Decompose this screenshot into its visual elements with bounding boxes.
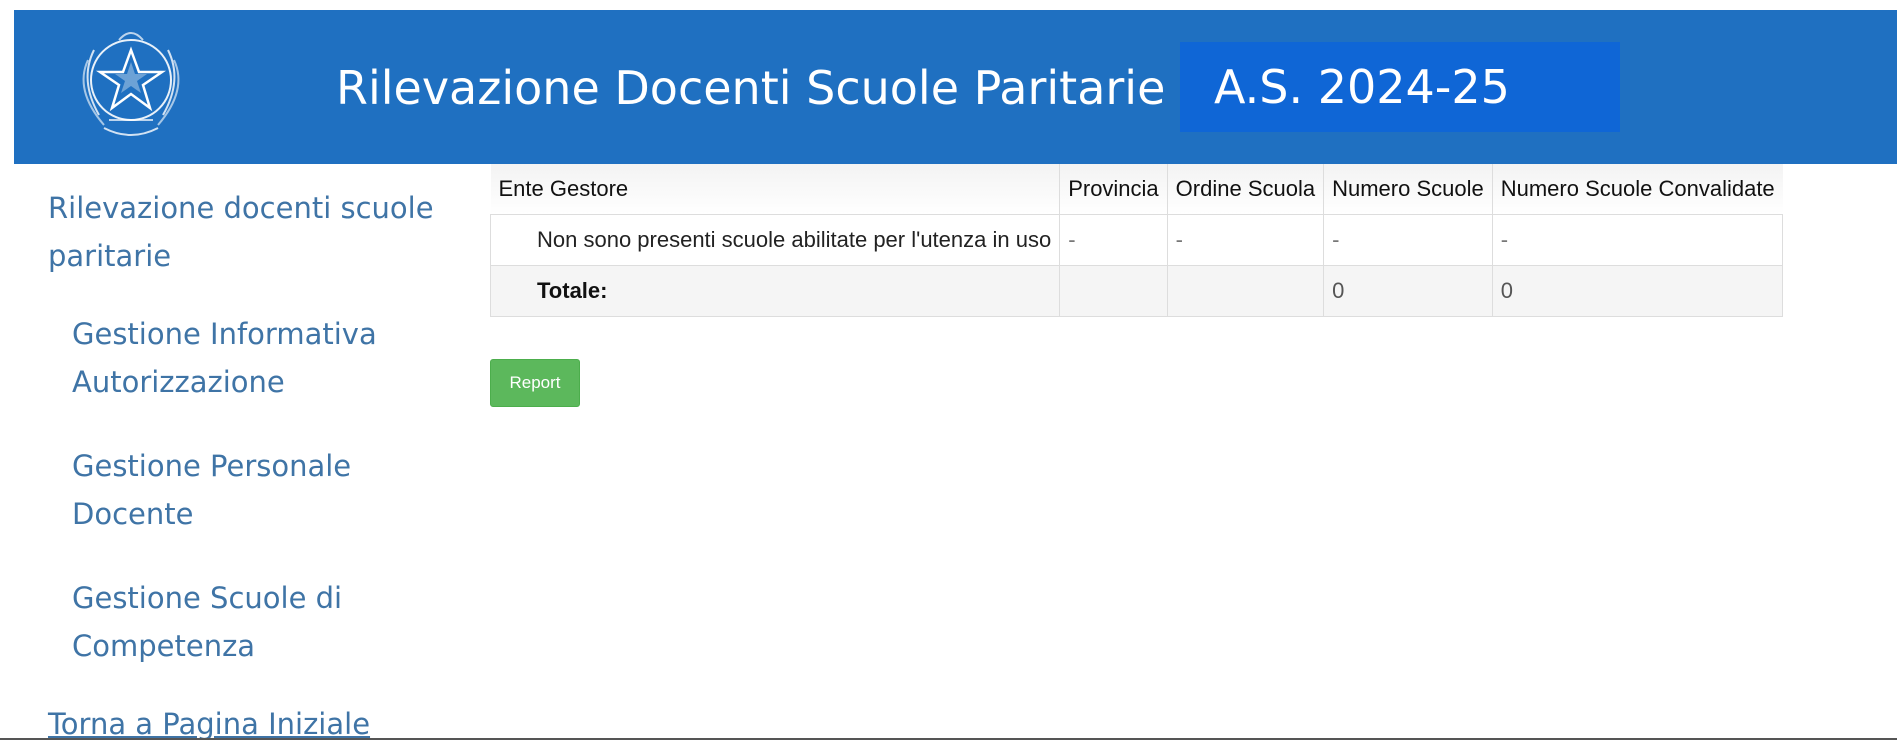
total-numero-scuole-convalidate: 0 [1491,265,1784,317]
total-provincia [1059,265,1168,317]
page-title: Rilevazione Docenti Scuole Paritarie - [336,61,1197,115]
table-header-row: Ente Gestore Provincia Ordine Scuola Num… [490,164,1783,215]
column-header-ente-gestore: Ente Gestore [490,164,1061,215]
total-numero-scuole: 0 [1323,265,1493,317]
table-row: Non sono presenti scuole abilitate per l… [489,214,1784,266]
table-total-row: Totale: 0 0 [489,265,1784,317]
total-ordine-scuola [1166,265,1325,317]
cell-numero-scuole-convalidate: - [1491,214,1784,266]
cell-ordine-scuola: - [1166,214,1325,266]
cell-provincia: - [1059,214,1168,266]
sidebar-link-rilevazione-docenti[interactable]: Rilevazione docenti scuole paritarie [48,184,448,280]
sidebar-item-gestione-personale-docente[interactable]: Gestione Personale Docente [72,442,412,538]
sidebar-item-gestione-scuole-competenza[interactable]: Gestione Scuole di Competenza [72,574,412,670]
italian-republic-emblem-icon [82,32,180,136]
page: Rilevazione Docenti Scuole Paritarie - A… [0,0,1897,741]
column-header-numero-scuole: Numero Scuole [1323,164,1493,215]
school-year-badge: A.S. 2024-25 [1180,42,1620,132]
sidebar-item-gestione-informativa-autorizzazione[interactable]: Gestione Informativa Autorizzazione [72,310,412,406]
column-header-numero-scuole-convalidate: Numero Scuole Convalidate [1492,164,1783,215]
header-banner: Rilevazione Docenti Scuole Paritarie - A… [14,10,1897,164]
cell-numero-scuole: - [1323,214,1493,266]
cell-ente-gestore: Non sono presenti scuole abilitate per l… [489,214,1061,266]
sidebar-link-torna-pagina-iniziale[interactable]: Torna a Pagina Iniziale [48,700,448,741]
bottom-divider [0,738,1897,740]
column-header-ordine-scuola: Ordine Scuola [1167,164,1325,215]
main-content: Ente Gestore Provincia Ordine Scuola Num… [489,164,1897,407]
schools-table: Ente Gestore Provincia Ordine Scuola Num… [489,164,1784,317]
column-header-provincia: Provincia [1059,164,1168,215]
total-label: Totale: [489,265,1061,317]
sidebar: Rilevazione docenti scuole paritarie Ges… [0,164,480,741]
report-button[interactable]: Report [490,359,580,407]
